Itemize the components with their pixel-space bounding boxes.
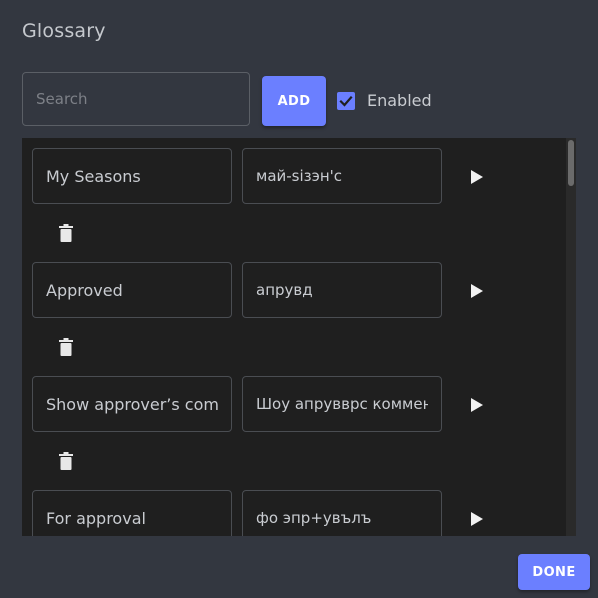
target-term-input[interactable] [242,262,442,318]
glossary-entry [32,262,552,376]
target-term-input[interactable] [242,148,442,204]
play-icon [471,284,483,298]
enabled-label: Enabled [367,91,432,110]
trash-icon [59,224,73,242]
done-button[interactable]: DONE [518,554,590,590]
trash-icon [59,452,73,470]
glossary-entry [32,376,552,490]
glossary-entry [32,148,552,262]
play-button[interactable] [464,164,490,190]
target-term-input[interactable] [242,490,442,536]
source-term-input[interactable] [32,262,232,318]
play-button[interactable] [464,278,490,304]
play-button[interactable] [464,392,490,418]
source-term-input[interactable] [32,148,232,204]
play-icon [471,512,483,526]
search-input[interactable] [22,72,250,126]
trash-icon [59,338,73,356]
dialog-title: Glossary [22,20,106,42]
add-button[interactable]: ADD [262,76,326,126]
enabled-toggle[interactable]: Enabled [337,91,432,110]
check-icon [339,95,353,107]
list-scrollbar[interactable] [566,138,576,536]
play-button[interactable] [464,506,490,532]
glossary-list [22,138,576,536]
enabled-checkbox[interactable] [337,91,355,110]
delete-button[interactable] [56,450,76,472]
delete-button[interactable] [56,336,76,358]
play-icon [471,398,483,412]
source-term-input[interactable] [32,376,232,432]
scrollbar-thumb[interactable] [568,140,574,186]
glossary-entry [32,490,552,536]
delete-button[interactable] [56,222,76,244]
play-icon [471,170,483,184]
source-term-input[interactable] [32,490,232,536]
target-term-input[interactable] [242,376,442,432]
